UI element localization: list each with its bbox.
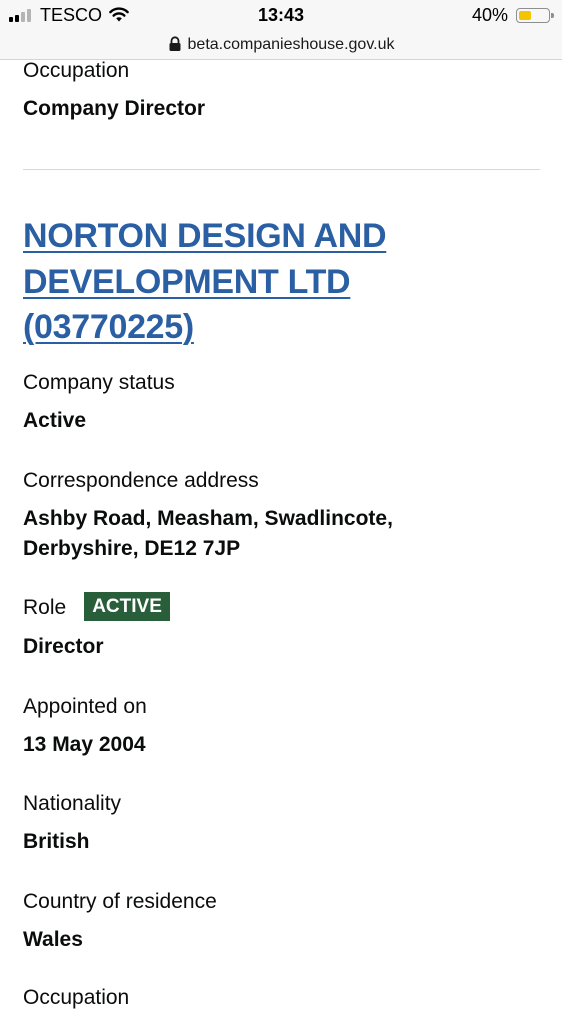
occupation-label: Occupation [23,59,130,82]
url-text[interactable]: beta.companieshouse.gov.uk [188,36,395,54]
occupation-label-2: Occupation [23,986,130,1009]
company-link[interactable]: NORTON DESIGN AND DEVELOPMENT LTD (03770… [23,214,493,351]
battery-percentage: 40% [471,5,508,25]
residence-label: Country of residence [23,890,217,913]
nationality-label: Nationality [23,792,122,815]
role-label: Role [23,595,67,619]
role-value: Director [23,635,104,658]
occupation-value: Company Director [23,97,206,120]
section-divider [23,169,540,170]
role-row: Role ACTIVE [23,592,170,622]
company-status-label: Company status [23,371,175,394]
battery-icon [516,8,554,23]
address-label: Correspondence address [23,469,259,492]
lock-icon [169,35,181,51]
company-status-value: Active [23,409,87,432]
appointed-label: Appointed on [23,695,147,718]
address-bar[interactable]: beta.companieshouse.gov.uk [0,30,562,60]
nationality-value: British [23,830,90,853]
residence-value: Wales [23,928,83,951]
status-bar: TESCO 13:43 40% [0,0,562,30]
appointed-value: 13 May 2004 [23,733,146,756]
address-value: Ashby Road, Measham, Swadlincote, Derbys… [23,507,393,560]
status-badge: ACTIVE [84,592,170,621]
